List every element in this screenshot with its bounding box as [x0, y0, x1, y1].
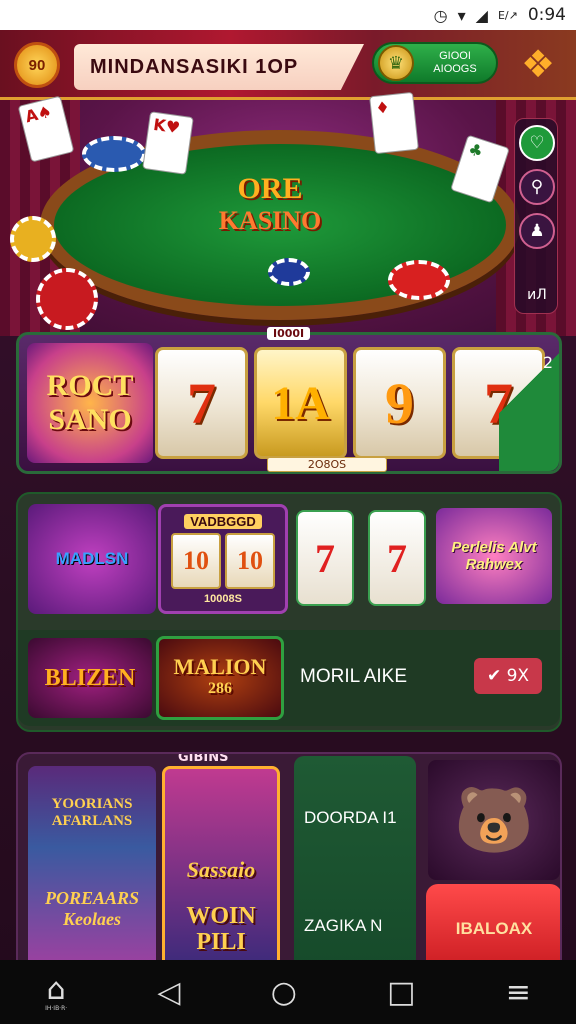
table-logo-line2: KASINO: [218, 206, 322, 235]
home-button[interactable]: ⌂ IH·IB·R·: [45, 972, 67, 1012]
side-toolbar: ♡ ⚲ ♟ иЛ: [514, 118, 558, 314]
sassaio-title: Sassaio: [186, 857, 256, 882]
playing-card: ♦: [369, 91, 419, 155]
menu-lines-icon[interactable]: ≡: [506, 975, 531, 1010]
menu-icon[interactable]: ❖: [516, 42, 560, 86]
side-label[interactable]: иЛ: [515, 287, 559, 303]
back-icon[interactable]: ◁: [157, 975, 180, 1010]
game-tile-magician[interactable]: MADLSN: [28, 504, 156, 614]
million-number: 286: [208, 680, 232, 697]
chip-icon: [388, 260, 450, 300]
circle-home-icon[interactable]: ○: [271, 975, 297, 1010]
slot-tag: I000I: [267, 327, 311, 340]
mini-reel: 10: [171, 532, 221, 589]
playing-card: K♥: [142, 111, 194, 175]
bear-icon: 🐻: [454, 783, 534, 856]
mini-slot-subtitle: 10008S: [204, 592, 242, 605]
million-title: MALION: [173, 654, 267, 679]
reel: 9: [353, 347, 446, 459]
slot-logo-line1: ROCT: [46, 369, 134, 402]
game-tile-mini-slot[interactable]: VADBGGD 10 10 10008S: [158, 504, 288, 614]
game-tile-million[interactable]: MALION 286: [156, 636, 284, 720]
battery-label: E/↗: [497, 8, 518, 22]
hero-banner[interactable]: ORE KASINO A♠ K♥ ♣ ♦: [0, 91, 576, 336]
clock: 0:94: [527, 5, 566, 25]
games-section-1: MADLSN VADBGGD 10 10 10008S 7 7 Perlelis…: [16, 492, 562, 732]
heart-icon[interactable]: ♡: [519, 125, 555, 161]
sassaio-subtitle: WOIN PILI: [186, 903, 256, 955]
game-tile-bear[interactable]: 🐻: [428, 760, 560, 880]
game-tile-reel[interactable]: 7: [296, 510, 354, 606]
info-line-2: ZAGIKA N: [304, 916, 383, 935]
mini-slot-reels: 10 10: [171, 532, 275, 589]
games-section-2: GIBINS YOORIANS AFARLANS POREAARS Keolae…: [16, 752, 562, 974]
chip-icon: [10, 216, 56, 262]
chip-icon: [82, 136, 146, 172]
chip-icon: [268, 258, 310, 286]
logo-text: 90: [28, 56, 46, 74]
games-row-2: BLIZEN MALION 286 MORIL AIKE ✔ 9X: [18, 630, 560, 726]
section-label: GIBINS: [178, 752, 229, 765]
reel-text: 1A: [271, 376, 330, 430]
more-like-link[interactable]: MORIL AIKE: [300, 666, 407, 688]
game-tile-sassaio[interactable]: Sassaio WOIN PILI: [162, 766, 280, 972]
reel: 7: [155, 347, 248, 459]
multiplier-button[interactable]: ✔ 9X: [474, 658, 542, 694]
yordians-title: YOORIANS AFARLANS: [51, 796, 133, 829]
signal-icon: ◢: [475, 5, 488, 25]
alarm-icon: ◷: [433, 5, 448, 25]
info-panel[interactable]: DOORDA I1 ZAGIKA N: [294, 756, 416, 972]
home-label: IH·IB·R·: [45, 1005, 68, 1012]
game-tile-pearl[interactable]: Perlelis Alvt Rahwex: [436, 508, 552, 604]
app-screen: ◷ ▾ ◢ E/↗ 0:94 90 MINDANSASIKI 1OP ♛ GIO…: [0, 0, 576, 1024]
mini-reel: 10: [225, 532, 275, 589]
page-title: MINDANSASIKI 1OP: [90, 55, 299, 78]
wifi-icon: ▾: [457, 5, 466, 25]
slot-corner-badge: 2: [499, 335, 559, 471]
slot-reels: 7 1A 9 7 2O8OS: [155, 347, 545, 472]
balance-text: GIOOI AIOOGS: [414, 50, 496, 76]
user-icon[interactable]: ♟: [519, 213, 555, 249]
balance-line1: GIOOI: [439, 50, 471, 62]
home-icon: ⌂: [46, 972, 66, 1007]
info-line-1: DOORDA I1: [304, 808, 397, 827]
title-strip: MINDANSASIKI 1OP: [74, 44, 364, 90]
chip-icon: [36, 268, 98, 330]
reel-subtitle: 2O8OS: [267, 457, 387, 472]
table-logo-line1: ORE: [237, 172, 303, 205]
nav-bar: ⌂ IH·IB·R· ◁ ○ □ ≡: [0, 960, 576, 1024]
yordians-subtitle: POREAARS Keolaes: [44, 888, 140, 929]
slot-logo-line2: SANO: [48, 403, 132, 436]
game-tile-blaze[interactable]: BLIZEN: [28, 638, 152, 718]
app-logo[interactable]: 90: [14, 42, 60, 88]
reel: 1A: [254, 347, 347, 459]
game-tile-reel[interactable]: 7: [368, 510, 426, 606]
header: 90 MINDANSASIKI 1OP ♛ GIOOI AIOOGS ❖: [0, 30, 576, 100]
slot-logo: ROCT SANO: [27, 343, 153, 463]
mini-slot-title: VADBGGD: [184, 513, 262, 529]
table-logo: ORE KASINO: [170, 172, 370, 236]
balance-line2: AIOOGS: [433, 63, 477, 75]
slot-banner[interactable]: I000I ROCT SANO 7 1A 9 7 2O8OS 2: [16, 327, 562, 474]
game-tile-yordians[interactable]: YOORIANS AFARLANS POREAARS Keolaes: [28, 766, 156, 970]
recents-icon[interactable]: □: [387, 975, 415, 1010]
coin-icon: ♛: [378, 45, 414, 81]
search-icon[interactable]: ⚲: [519, 169, 555, 205]
status-bar: ◷ ▾ ◢ E/↗ 0:94: [0, 0, 576, 30]
balance-badge[interactable]: ♛ GIOOI AIOOGS: [372, 42, 498, 84]
